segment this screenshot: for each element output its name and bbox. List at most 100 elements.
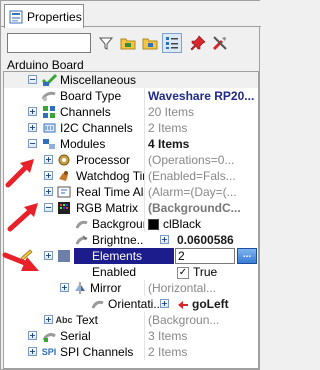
property-name: Text	[76, 313, 99, 327]
expand-toggle[interactable]: +	[28, 107, 37, 116]
modules-icon	[41, 136, 57, 151]
collapse-toggle[interactable]: −	[44, 203, 53, 212]
expand-toggle[interactable]: +	[28, 331, 37, 340]
property-spi-channels[interactable]: + SPI SPI Channels 2 Items	[4, 344, 258, 360]
property-i2c-channels[interactable]: + I2C Channels 2 Items	[4, 120, 258, 136]
property-value[interactable]: (Alarm=(Day=(...	[144, 184, 258, 200]
filter-input[interactable]	[7, 33, 91, 53]
category-miscellaneous[interactable]: − Miscellaneous	[4, 72, 258, 88]
brightness-icon	[74, 232, 90, 247]
sort-button[interactable]	[162, 33, 182, 53]
binding-toggle[interactable]: +	[160, 235, 169, 244]
property-name: Processor	[76, 153, 131, 167]
property-name: Brightne...	[92, 233, 144, 247]
pin-button[interactable]	[188, 33, 208, 53]
property-processor[interactable]: + Processor (Operations=0...	[4, 152, 258, 168]
property-name: Elements	[74, 248, 174, 264]
tools-icon	[212, 36, 227, 51]
property-value[interactable]: (Enabled=Fals...	[144, 168, 258, 184]
expand-toggle[interactable]: +	[44, 171, 53, 180]
property-value[interactable]: (Horizontal...	[144, 280, 258, 296]
property-value[interactable]: ✓ True	[174, 264, 258, 280]
expand-toggle[interactable]: +	[60, 283, 69, 292]
property-value[interactable]: 3 Items	[144, 328, 258, 344]
property-modules[interactable]: − Modules 4 Items	[4, 136, 258, 152]
property-name: Channels	[60, 105, 111, 119]
enabled-checkbox[interactable]: ✓	[177, 266, 189, 279]
property-value[interactable]: Waveshare RP20...	[144, 88, 258, 104]
color-value: clBlack	[163, 217, 202, 231]
property-value[interactable]: goLeft	[174, 296, 258, 312]
property-name: I2C Channels	[60, 121, 133, 135]
elements-count-input[interactable]	[175, 248, 235, 264]
property-value[interactable]: 4 Items	[144, 136, 258, 152]
property-serial[interactable]: + Serial 3 Items	[4, 328, 258, 344]
property-name: Serial	[60, 329, 91, 343]
property-orientation[interactable]: Orientati... + goLeft	[4, 296, 258, 312]
elements-editor-button[interactable]: ...	[237, 248, 257, 264]
expand-toggle[interactable]: +	[28, 347, 37, 356]
property-value[interactable]: 0.0600586	[174, 232, 258, 248]
property-value[interactable]: 2 Items	[144, 120, 258, 136]
property-brightness[interactable]: Brightne... + 0.0600586	[4, 232, 258, 248]
channels-icon	[41, 104, 57, 119]
collapse-all-button[interactable]	[140, 33, 160, 53]
expand-toggle[interactable]: +	[44, 315, 53, 324]
rgb-matrix-icon	[56, 200, 72, 215]
property-board-type[interactable]: Board Type Waveshare RP20...	[4, 88, 258, 104]
property-name: Mirror	[90, 281, 122, 295]
property-value[interactable]: clBlack	[144, 216, 258, 232]
collapse-toggle[interactable]: −	[28, 75, 37, 84]
properties-panel: Properties Arduino Board − Miscellaneous…	[0, 0, 261, 370]
expand-toggle[interactable]: +	[44, 187, 53, 196]
collapse-toggle[interactable]: −	[28, 139, 37, 148]
property-watchdog-timer[interactable]: + Watchdog Tim... (Enabled=Fals...	[4, 168, 258, 184]
tools-button[interactable]	[210, 33, 230, 53]
property-name: SPI Channels	[60, 345, 134, 359]
funnel-icon	[98, 37, 114, 50]
checkbox-label: True	[193, 265, 218, 279]
properties-icon	[9, 10, 23, 23]
expand-toggle[interactable]: +	[44, 251, 53, 260]
background-icon	[74, 216, 90, 231]
i2c-icon	[41, 120, 57, 135]
filter-button[interactable]	[96, 33, 116, 53]
mirror-icon	[72, 280, 88, 295]
annotation-arrow	[2, 252, 39, 271]
board-type-icon	[41, 88, 57, 103]
annotation-arrow	[7, 203, 38, 232]
sort-icon	[166, 37, 178, 49]
category-label: Miscellaneous	[60, 73, 137, 87]
property-value[interactable]: (Operations=0...	[144, 152, 258, 168]
property-value[interactable]: 2 Items	[144, 344, 258, 360]
property-value[interactable]: (BackgroundC...	[144, 200, 258, 216]
property-text[interactable]: + Abc Text (Backgroun...	[4, 312, 258, 328]
tab-strip: Properties	[1, 1, 261, 28]
board-label: Arduino Board	[7, 58, 84, 72]
property-name: Watchdog Tim...	[76, 169, 144, 183]
annotation-arrow	[5, 159, 34, 188]
property-value[interactable]: (Backgroun...	[144, 312, 258, 328]
property-value[interactable]: 20 Items	[144, 104, 258, 120]
property-mirror[interactable]: + Mirror (Horizontal...	[4, 280, 258, 296]
direction-arrow-icon	[178, 300, 188, 309]
elements-icon	[56, 248, 72, 263]
expand-toggle[interactable]: +	[44, 155, 53, 164]
serial-icon	[41, 328, 57, 343]
property-name: Orientati...	[108, 297, 160, 311]
miscellaneous-icon	[41, 72, 57, 87]
property-name: Real Time Alar...	[76, 185, 144, 199]
expand-all-button[interactable]	[118, 33, 138, 53]
processor-icon	[56, 152, 72, 167]
binding-toggle[interactable]: +	[160, 299, 169, 308]
property-name: Modules	[60, 137, 106, 151]
property-channels[interactable]: + Channels 20 Items	[4, 104, 258, 120]
orientation-icon	[90, 296, 106, 311]
orientation-value: goLeft	[192, 297, 229, 311]
tab-properties[interactable]: Properties	[4, 4, 84, 28]
property-name: RGB Matrix	[76, 201, 139, 215]
pin-icon	[190, 35, 206, 51]
expand-toggle[interactable]: +	[28, 123, 37, 132]
watchdog-icon	[56, 168, 72, 183]
tab-label: Properties	[27, 9, 82, 24]
